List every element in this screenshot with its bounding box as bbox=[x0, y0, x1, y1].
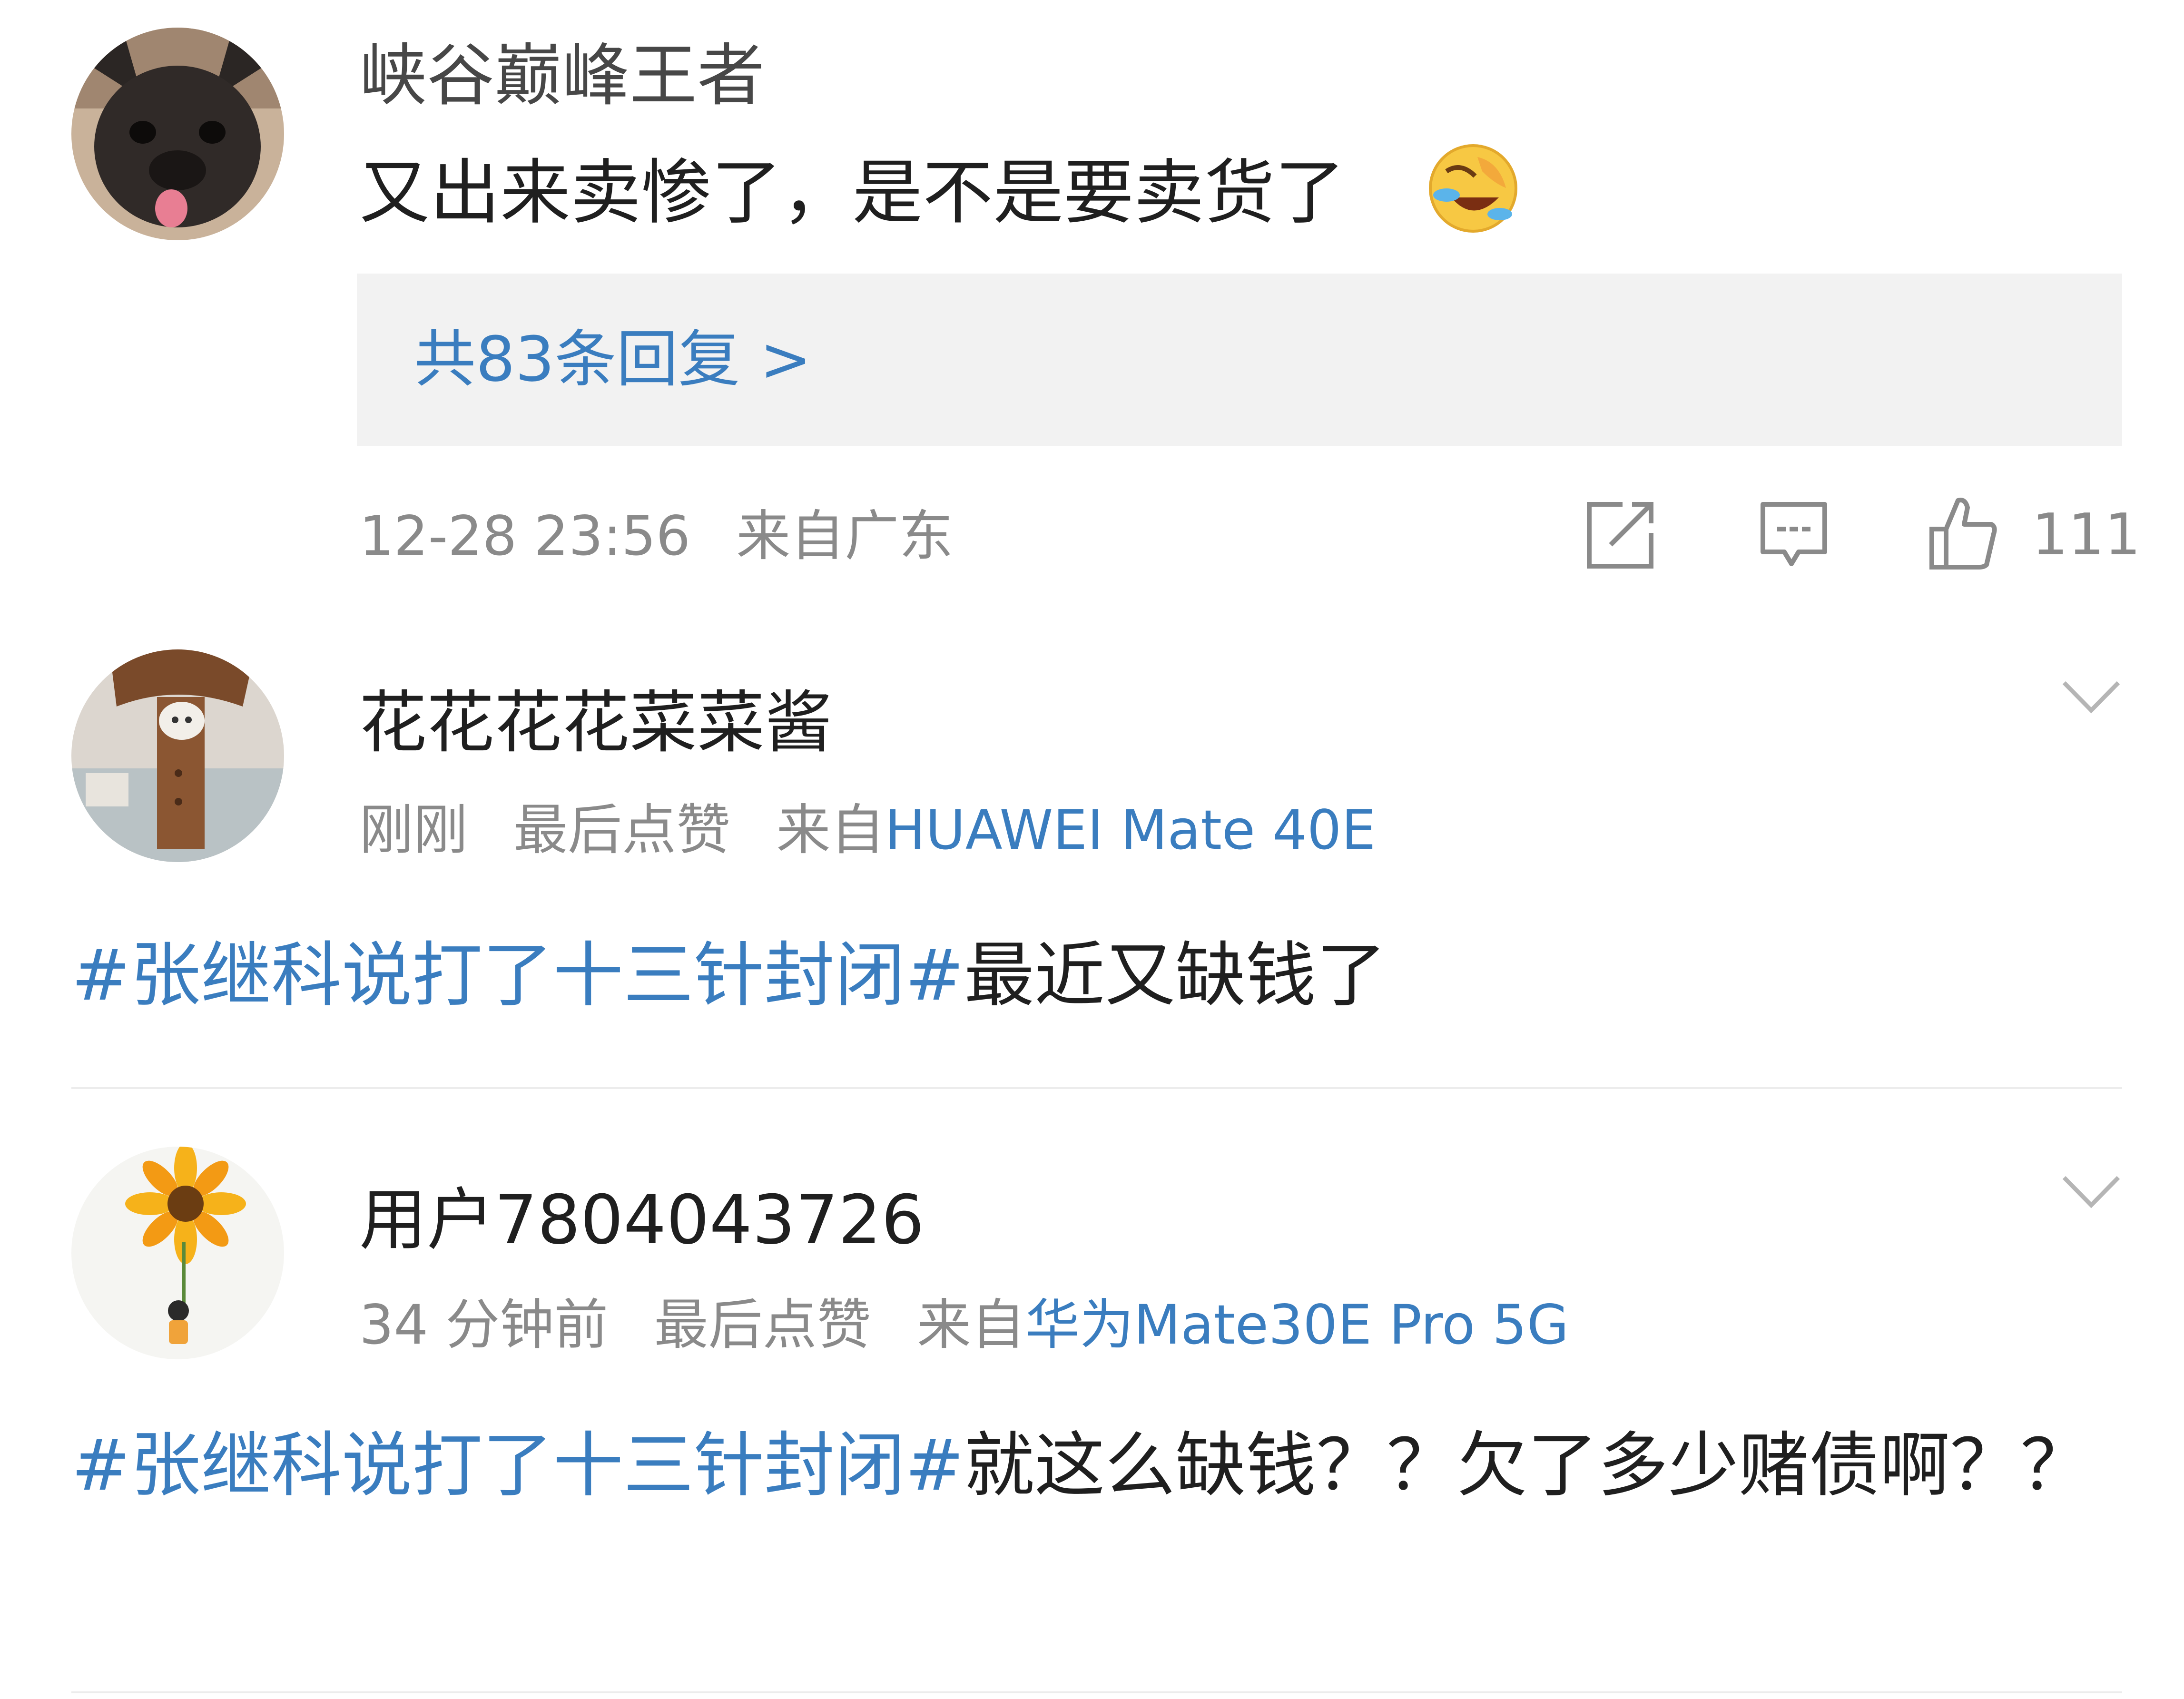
comment-meta: 34 分钟前 最后点赞 来自华为Mate30E Pro 5G bbox=[359, 1294, 1569, 1356]
username[interactable]: 峡谷巅峰王者 bbox=[359, 38, 765, 114]
divider bbox=[71, 1087, 2122, 1089]
comment-icon[interactable] bbox=[1758, 500, 1830, 571]
french-bulldog-avatar-icon bbox=[71, 28, 284, 240]
last-liked-label: 最后点赞 bbox=[654, 1293, 871, 1356]
cat-on-chair-avatar-icon bbox=[71, 649, 284, 862]
comment-body: 又出来卖惨了，是不是要卖货了 bbox=[359, 152, 1345, 234]
comment-meta: 12-28 23:56 来自广东 bbox=[359, 505, 953, 567]
share-icon[interactable] bbox=[1584, 500, 1656, 571]
avatar[interactable] bbox=[71, 1147, 284, 1359]
comment-text: 又出来卖惨了，是不是要卖货了 bbox=[359, 136, 1345, 250]
comment-time: 12-28 23:56 bbox=[359, 504, 691, 568]
comment-body: 就这么缺钱？？欠了多少赌债啊？？ bbox=[964, 1424, 2091, 1506]
device-link[interactable]: 华为Mate30E Pro 5G bbox=[1025, 1293, 1569, 1356]
avatar[interactable] bbox=[71, 649, 284, 862]
comment-text: #张继科说打了十三针封闭#就这么缺钱？？欠了多少赌债啊？？ bbox=[71, 1408, 2122, 1522]
chevron-down-icon[interactable] bbox=[2060, 1173, 2122, 1211]
source-label: 来自华为Mate30E Pro 5G bbox=[916, 1293, 1569, 1356]
divider bbox=[71, 1691, 2122, 1693]
comment-text: #张继科说打了十三针封闭#最近又缺钱了 bbox=[71, 918, 1387, 1032]
username[interactable]: 花花花花菜菜酱 bbox=[359, 685, 832, 761]
comment-time: 34 分钟前 bbox=[359, 1293, 609, 1356]
device-link[interactable]: HUAWEI Mate 40E bbox=[885, 798, 1376, 862]
sunflower-avatar-icon bbox=[71, 1147, 284, 1359]
view-replies-link[interactable]: 共83条回复 > bbox=[414, 324, 812, 395]
like-icon[interactable] bbox=[1927, 496, 1998, 570]
comment-location: 来自广东 bbox=[736, 504, 954, 568]
topic-hashtag-link[interactable]: #张继科说打了十三针封闭# bbox=[71, 934, 964, 1016]
comment-body: 最近又缺钱了 bbox=[964, 934, 1387, 1016]
source-label: 来自HUAWEI Mate 40E bbox=[776, 798, 1376, 862]
comment-time: 刚刚 bbox=[359, 798, 468, 862]
last-liked-label: 最后点赞 bbox=[513, 798, 731, 862]
like-count: 111 bbox=[2032, 502, 2141, 568]
username[interactable]: 用户7804043726 bbox=[359, 1182, 924, 1258]
topic-hashtag-link[interactable]: #张继科说打了十三针封闭# bbox=[71, 1424, 964, 1506]
chevron-down-icon[interactable] bbox=[2060, 678, 2122, 716]
laughing-crying-emoji-icon bbox=[1427, 143, 1519, 234]
avatar[interactable] bbox=[71, 28, 284, 240]
comment-meta: 刚刚 最后点赞 来自HUAWEI Mate 40E bbox=[359, 799, 1376, 861]
